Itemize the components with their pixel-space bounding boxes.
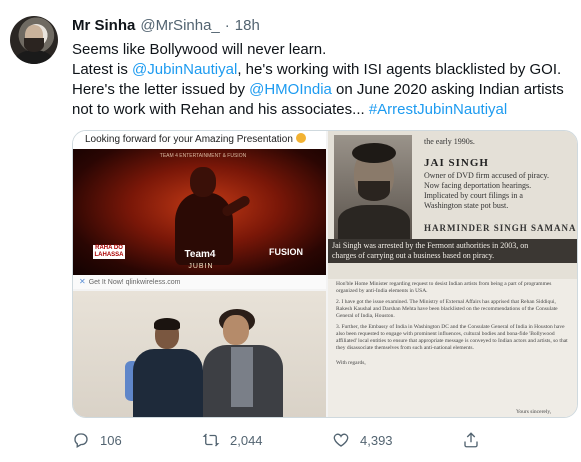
tweet-text: Seems like Bollywood will never learn. La… bbox=[72, 40, 572, 120]
poster-fusion-logo: FUSION bbox=[269, 247, 304, 257]
ad-headline-bar: Looking forward for your Amazing Present… bbox=[73, 131, 326, 149]
retweet-count: 2,044 bbox=[230, 432, 263, 448]
caption-line: charges of carrying out a business based… bbox=[332, 251, 495, 260]
reply-count: 106 bbox=[100, 432, 122, 448]
reply-icon bbox=[74, 433, 88, 448]
mugshot bbox=[334, 135, 412, 239]
letter-signoff: Yours sincerely, bbox=[516, 409, 552, 415]
heart-eyes-emoji-icon bbox=[295, 133, 306, 143]
avatar[interactable] bbox=[10, 16, 58, 64]
person1-hair bbox=[154, 318, 180, 330]
clipping-desc-line: Washington state pot bust. bbox=[424, 201, 509, 210]
letter-paragraph: 3. Further, the Embassy of India in Wash… bbox=[336, 324, 568, 351]
tweet-time[interactable]: 18h bbox=[235, 17, 260, 34]
clipping-desc-line: Now facing deportation hearings. bbox=[424, 181, 532, 190]
tweet-text-line: Latest is @JubinNautiyal, he's working w… bbox=[72, 60, 572, 80]
official-letter: Hon'ble Home Minister regarding request … bbox=[336, 281, 572, 415]
tweet[interactable]: Mr Sinha @MrSinha_ · 18h Seems like Boll… bbox=[0, 0, 581, 462]
photo-two-men[interactable] bbox=[73, 291, 326, 417]
clipping-top-text: the early 1990s. bbox=[424, 137, 475, 146]
poster-top-text: TEAM 4 ENTERTAINMENT & FUSION bbox=[159, 153, 247, 159]
clipping-desc-line: Implicated by court filings in a bbox=[424, 191, 523, 200]
like-button[interactable]: 4,393 bbox=[332, 431, 462, 449]
clipping-caption: Jai Singh was arrested by the Fermont au… bbox=[328, 239, 577, 263]
retweet-icon bbox=[202, 433, 220, 447]
ad-footer[interactable]: ✕ Get It Now! qlinkwireless.com bbox=[73, 275, 326, 289]
mugshot-body bbox=[338, 205, 410, 239]
poster-subtitle: JUBIN bbox=[188, 263, 214, 270]
letter-paragraph: 2. I have got the issue examined. The Mi… bbox=[336, 299, 558, 319]
media-grid[interactable]: Looking forward for your Amazing Present… bbox=[72, 130, 578, 418]
tweet-header: Mr Sinha @MrSinha_ · 18h bbox=[72, 14, 260, 36]
singer-figure-arm bbox=[220, 194, 252, 218]
clipping-description: Owner of DVD firm accused of piracy. Now… bbox=[424, 171, 574, 211]
mugshot-beard bbox=[358, 181, 390, 201]
letter-regards: With regards, bbox=[336, 360, 366, 366]
ad-close-icon[interactable]: ✕ bbox=[79, 275, 86, 289]
clipping-desc-line: Owner of DVD firm accused of piracy. bbox=[424, 171, 549, 180]
like-count: 4,393 bbox=[360, 432, 393, 448]
poster-team-logo: Team4 bbox=[184, 249, 216, 260]
tweet-text-line: Seems like Bollywood will never learn. bbox=[72, 40, 572, 60]
tweet-text-segment: , he's working with ISI agents blacklist… bbox=[237, 61, 562, 78]
author-handle[interactable]: @MrSinha_ bbox=[140, 17, 219, 34]
tweet-text-segment: not to work with Rehan and his associate… bbox=[72, 101, 369, 118]
hashtag-link[interactable]: #ArrestJubinNautiyal bbox=[369, 101, 507, 118]
poster-badge: RAHA DO LAHASSA bbox=[93, 245, 125, 259]
avatar-beard bbox=[24, 38, 44, 52]
tweet-text-segment: on June 2020 asking Indian artists bbox=[331, 81, 564, 98]
concert-poster: TEAM 4 ENTERTAINMENT & FUSION RAHA DO LA… bbox=[73, 149, 326, 275]
ad-footer-text[interactable]: Get It Now! qlinkwireless.com bbox=[89, 279, 181, 286]
avatar-body bbox=[14, 50, 54, 64]
clipping-name: JAI SINGH bbox=[424, 157, 489, 169]
mention-link[interactable]: @HMOIndia bbox=[249, 81, 332, 98]
tweet-text-segment: Latest is bbox=[72, 61, 133, 78]
tweet-actions: 106 2,044 4,393 bbox=[72, 428, 572, 452]
person1-body bbox=[133, 349, 203, 417]
share-button[interactable] bbox=[462, 431, 502, 449]
mugshot-hair bbox=[352, 143, 396, 163]
ad-headline: Looking forward for your Amazing Present… bbox=[85, 134, 293, 145]
mention-link[interactable]: @JubinNautiyal bbox=[132, 61, 237, 78]
tweet-text-segment: Here's the letter issued by bbox=[72, 81, 250, 98]
ad-image[interactable]: Looking forward for your Amazing Present… bbox=[73, 131, 326, 289]
clipping-second-name: HARMINDER SINGH SAMANA bbox=[424, 223, 577, 233]
tweet-text-line: Here's the letter issued by @HMOIndia on… bbox=[72, 80, 572, 100]
retweet-button[interactable]: 2,044 bbox=[202, 431, 332, 449]
tweet-text-line: not to work with Rehan and his associate… bbox=[72, 100, 572, 120]
share-icon bbox=[464, 432, 478, 448]
letter-paragraph: Hon'ble Home Minister regarding request … bbox=[336, 281, 552, 294]
caption-line: Jai Singh was arrested by the Fermont au… bbox=[332, 241, 529, 250]
separator-dot: · bbox=[224, 16, 230, 34]
letter-image[interactable]: the early 1990s. JAI SINGH Owner of DVD … bbox=[328, 131, 577, 417]
author-name[interactable]: Mr Sinha bbox=[72, 17, 135, 34]
tweet-text-segment: Seems like Bollywood will never learn. bbox=[72, 41, 327, 58]
singer-figure-head bbox=[190, 167, 216, 197]
newspaper-clipping: the early 1990s. JAI SINGH Owner of DVD … bbox=[328, 131, 577, 279]
person2-shirt bbox=[231, 347, 253, 407]
heart-icon bbox=[333, 433, 349, 447]
person2-head bbox=[223, 315, 249, 345]
reply-button[interactable]: 106 bbox=[72, 431, 202, 449]
